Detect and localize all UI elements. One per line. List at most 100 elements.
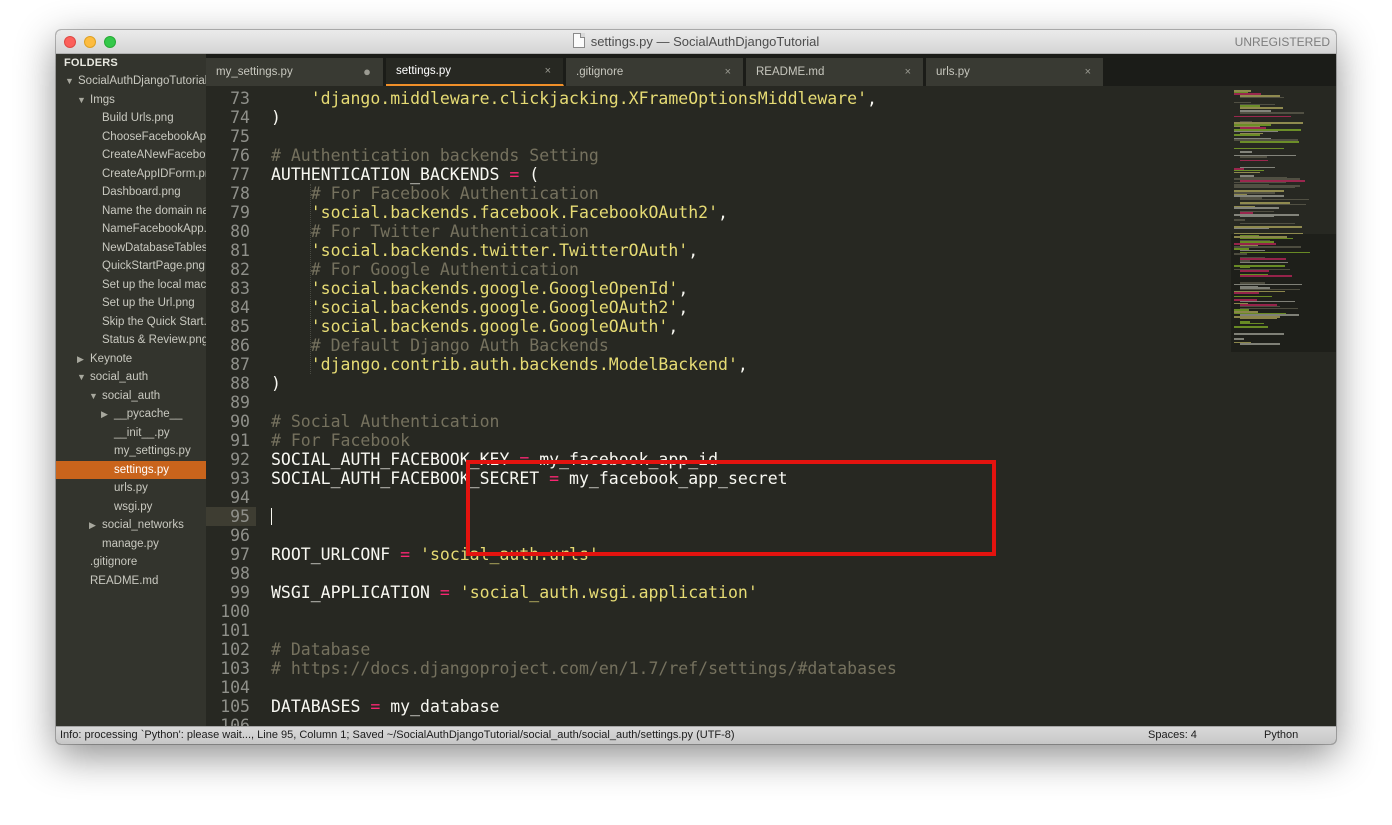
code-line[interactable]: WSGI_APPLICATION = 'social_auth.wsgi.app… — [271, 583, 758, 602]
tab-label: settings.py — [396, 65, 451, 77]
file-item-readme-md[interactable]: README.md — [56, 572, 206, 591]
code-line[interactable]: # Authentication backends Setting — [271, 146, 599, 165]
minimap-line — [1234, 115, 1291, 118]
folder-item-socialauthdjangotutorial[interactable]: ▼ SocialAuthDjangoTutorial — [56, 72, 206, 91]
code-line[interactable]: 'django.middleware.clickjacking.XFrameOp… — [271, 89, 877, 108]
unsaved-indicator-icon[interactable]: ● — [363, 58, 371, 86]
tree-item-label: Set up the local machine.png — [102, 278, 206, 291]
file-item-build-urls-png[interactable]: Build Urls.png — [56, 109, 206, 128]
code-line[interactable]: # For Facebook — [271, 431, 410, 450]
tab-my-settings-py[interactable]: my_settings.py ● — [206, 58, 384, 86]
tree-item-label: __pycache__ — [114, 408, 183, 420]
folder-item-imgs[interactable]: ▼ Imgs — [56, 91, 206, 110]
disclosure-open-icon[interactable]: ▼ — [77, 91, 87, 110]
file-item-set-up-the-url-png[interactable]: Set up the Url.png — [56, 294, 206, 313]
line-number: 96 — [230, 526, 250, 545]
code-string: 'django.contrib.auth.backends.ModelBacke… — [310, 355, 738, 374]
code-line[interactable]: 'social.backends.twitter.TwitterOAuth', — [271, 241, 698, 260]
file-item-set-up-the-local-machine-png[interactable]: Set up the local machine.png — [56, 276, 206, 295]
minimap-line — [1240, 343, 1280, 345]
code-line[interactable]: # Social Authentication — [271, 412, 499, 431]
code-line[interactable]: 'social.backends.google.GoogleOAuth', — [271, 317, 679, 336]
minimap[interactable] — [1231, 86, 1336, 726]
file-item-urls-py[interactable]: urls.py — [56, 479, 206, 498]
disclosure-closed-icon[interactable]: ▶ — [77, 350, 87, 369]
file-item-dashboard-png[interactable]: Dashboard.png — [56, 183, 206, 202]
code-line[interactable]: # Default Django Auth Backends — [271, 336, 609, 355]
folder-item-keynote[interactable]: ▶ Keynote — [56, 350, 206, 369]
code-line[interactable]: 'social.backends.facebook.FacebookOAuth2… — [271, 203, 728, 222]
code-line[interactable] — [271, 507, 272, 526]
code-line[interactable]: 'social.backends.google.GoogleOAuth2', — [271, 298, 689, 317]
line-number: 94 — [230, 488, 250, 507]
file-item-settings-py[interactable]: settings.py — [56, 460, 206, 479]
syntax-selector[interactable]: Python — [1264, 727, 1298, 744]
editor-window: settings.py — SocialAuthDjangoTutorial U… — [56, 30, 1336, 744]
file-item-init-py[interactable]: __init__.py — [56, 424, 206, 443]
code-line[interactable]: ROOT_URLCONF = 'social_auth.urls' — [271, 545, 599, 564]
code-line[interactable]: DATABASES = my_database — [271, 697, 500, 716]
disclosure-open-icon[interactable]: ▼ — [77, 368, 87, 387]
line-number: 83 — [230, 279, 250, 298]
tab-gitignore[interactable]: .gitignore × — [566, 58, 744, 86]
code-line[interactable]: AUTHENTICATION_BACKENDS = ( — [271, 165, 539, 184]
folder-item-social-auth[interactable]: ▼ social_auth — [56, 387, 206, 406]
code-line[interactable]: ) — [271, 374, 281, 393]
tab-settings-py[interactable]: settings.py × — [386, 58, 564, 86]
code-line[interactable]: SOCIAL_AUTH_FACEBOOK_KEY = my_facebook_a… — [271, 450, 718, 469]
folder-item-social-networks[interactable]: ▶ social_networks — [56, 516, 206, 535]
file-item-my-settings-py[interactable]: my_settings.py — [56, 442, 206, 461]
file-item-name-the-domain-name-png[interactable]: Name the domain name.png — [56, 202, 206, 221]
file-item-status-review-png[interactable]: Status & Review.png — [56, 331, 206, 350]
line-number: 103 — [220, 659, 250, 678]
code-line[interactable]: SOCIAL_AUTH_FACEBOOK_SECRET = my_faceboo… — [271, 469, 788, 488]
code-line[interactable]: 'social.backends.google.GoogleOpenId', — [271, 279, 689, 298]
code-line[interactable]: # For Facebook Authentication — [271, 184, 599, 203]
line-number: 88 — [230, 374, 250, 393]
folder-item-social-auth[interactable]: ▼ social_auth — [56, 368, 206, 387]
file-item-createanewfacebookapp-png[interactable]: CreateANewFacebookApp.png — [56, 146, 206, 165]
code-line[interactable]: # For Twitter Authentication — [271, 222, 589, 241]
file-item-wsgi-py[interactable]: wsgi.py — [56, 498, 206, 517]
file-item-choosefacebookapp-png[interactable]: ChooseFacebookApp.png — [56, 128, 206, 147]
close-tab-icon[interactable]: × — [725, 58, 731, 86]
disclosure-open-icon[interactable]: ▼ — [89, 387, 99, 406]
close-tab-icon[interactable]: × — [1085, 58, 1091, 86]
code-text: , — [737, 355, 748, 374]
file-item-namefacebookapp-png[interactable]: NameFacebookApp.png — [56, 220, 206, 239]
code-line[interactable]: ) — [271, 108, 281, 127]
tab-readme-md[interactable]: README.md × — [746, 58, 924, 86]
disclosure-closed-icon[interactable]: ▶ — [101, 405, 111, 424]
tab-urls-py[interactable]: urls.py × — [926, 58, 1104, 86]
disclosure-closed-icon[interactable]: ▶ — [89, 516, 99, 535]
code-text: , — [867, 89, 877, 108]
close-tab-icon[interactable]: × — [905, 58, 911, 86]
file-item-createappidform-png[interactable]: CreateAppIDForm.png — [56, 165, 206, 184]
code-line[interactable]: # https://docs.djangoproject.com/en/1.7/… — [271, 659, 897, 678]
code-text: , — [678, 298, 689, 317]
file-item-skip-the-quick-start-png[interactable]: Skip the Quick Start.png — [56, 313, 206, 332]
code-text: ) — [271, 374, 281, 393]
close-tab-icon[interactable]: × — [545, 58, 551, 85]
line-number: 99 — [230, 583, 250, 602]
code-string: 'social.backends.twitter.TwitterOAuth' — [310, 241, 689, 260]
code-line[interactable]: 'django.contrib.auth.backends.ModelBacke… — [271, 355, 748, 374]
file-item-newdatabasetables-png[interactable]: NewDatabaseTables.png — [56, 239, 206, 258]
code-line[interactable]: # Database — [271, 640, 370, 659]
code-line[interactable]: # For Google Authentication — [271, 260, 579, 279]
file-item-manage-py[interactable]: manage.py — [56, 535, 206, 554]
code-editor[interactable]: 'django.middleware.clickjacking.XFrameOp… — [256, 86, 1231, 726]
folder-item-pycache[interactable]: ▶ __pycache__ — [56, 405, 206, 424]
status-message: Info: processing `Python': please wait..… — [60, 729, 735, 741]
code-text: my_database — [380, 697, 500, 716]
disclosure-open-icon[interactable]: ▼ — [65, 72, 75, 91]
file-item-gitignore[interactable]: .gitignore — [56, 553, 206, 572]
minimap-line — [1240, 215, 1274, 218]
line-number: 95 — [230, 507, 250, 526]
indentation-setting[interactable]: Spaces: 4 — [1148, 727, 1197, 744]
file-item-quickstartpage-png[interactable]: QuickStartPage.png — [56, 257, 206, 276]
